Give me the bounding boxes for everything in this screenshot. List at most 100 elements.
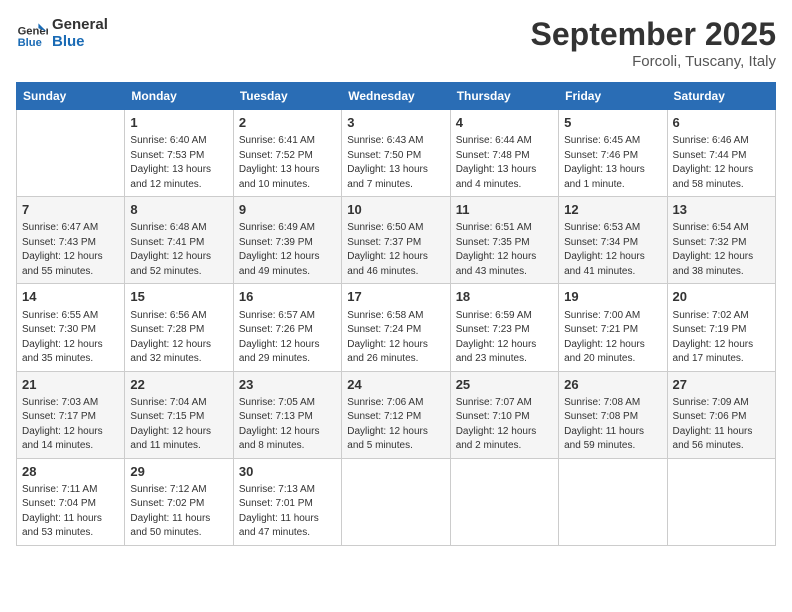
calendar-cell: 22 Sunrise: 7:04 AM Sunset: 7:15 PM Dayli… [125, 371, 233, 458]
day-info: Sunrise: 6:53 AM Sunset: 7:34 PM Dayligh… [564, 221, 661, 279]
day-number: 11 [456, 201, 553, 219]
header-monday: Monday [125, 83, 233, 110]
day-info: Sunrise: 6:57 AM Sunset: 7:26 PM Dayligh… [239, 309, 336, 367]
day-number: 27 [673, 376, 770, 394]
day-info: Sunrise: 7:08 AM Sunset: 7:08 PM Dayligh… [564, 396, 661, 454]
day-info: Sunrise: 7:13 AM Sunset: 7:01 PM Dayligh… [239, 483, 336, 541]
day-info: Sunrise: 7:09 AM Sunset: 7:06 PM Dayligh… [673, 396, 770, 454]
calendar-cell: 10 Sunrise: 6:50 AM Sunset: 7:37 PM Dayli… [342, 197, 450, 284]
day-info: Sunrise: 6:45 AM Sunset: 7:46 PM Dayligh… [564, 134, 661, 192]
day-info: Sunrise: 6:54 AM Sunset: 7:32 PM Dayligh… [673, 221, 770, 279]
day-number: 12 [564, 201, 661, 219]
day-number: 10 [347, 201, 444, 219]
calendar-cell: 1Sunrise: 6:40 AM Sunset: 7:53 PM Daylig… [125, 110, 233, 197]
calendar-cell: 15Sunrise: 6:56 AM Sunset: 7:28 PM Dayli… [125, 284, 233, 371]
day-info: Sunrise: 6:41 AM Sunset: 7:52 PM Dayligh… [239, 134, 336, 192]
day-number: 21 [22, 376, 119, 394]
calendar-cell [450, 458, 558, 545]
day-info: Sunrise: 6:44 AM Sunset: 7:48 PM Dayligh… [456, 134, 553, 192]
day-info: Sunrise: 6:43 AM Sunset: 7:50 PM Dayligh… [347, 134, 444, 192]
logo-icon: General Blue [16, 17, 48, 49]
day-number: 20 [673, 288, 770, 306]
calendar-cell: 14Sunrise: 6:55 AM Sunset: 7:30 PM Dayli… [17, 284, 125, 371]
day-number: 24 [347, 376, 444, 394]
logo: General Blue General Blue [16, 16, 108, 51]
calendar-cell: 3Sunrise: 6:43 AM Sunset: 7:50 PM Daylig… [342, 110, 450, 197]
calendar-cell: 7 Sunrise: 6:47 AM Sunset: 7:43 PM Daylig… [17, 197, 125, 284]
calendar-cell: 2 Sunrise: 6:41 AM Sunset: 7:52 PM Daylig… [233, 110, 341, 197]
day-info: Sunrise: 7:04 AM Sunset: 7:15 PM Dayligh… [130, 396, 227, 454]
day-info: Sunrise: 7:03 AM Sunset: 7:17 PM Dayligh… [22, 396, 119, 454]
day-info: Sunrise: 7:00 AM Sunset: 7:21 PM Dayligh… [564, 309, 661, 367]
calendar-cell: 11 Sunrise: 6:51 AM Sunset: 7:35 PM Dayli… [450, 197, 558, 284]
month-title: September 2025 [531, 16, 776, 53]
location: Forcoli, Tuscany, Italy [531, 53, 776, 70]
day-number: 29 [130, 463, 227, 481]
calendar-cell: 29 Sunrise: 7:12 AM Sunset: 7:02 PM Dayli… [125, 458, 233, 545]
day-number: 9 [239, 201, 336, 219]
day-info: Sunrise: 6:48 AM Sunset: 7:41 PM Dayligh… [130, 221, 227, 279]
calendar-cell: 27 Sunrise: 7:09 AM Sunset: 7:06 PM Dayli… [667, 371, 775, 458]
calendar-table: SundayMondayTuesdayWednesdayThursdayFrid… [16, 82, 776, 546]
day-info: Sunrise: 6:49 AM Sunset: 7:39 PM Dayligh… [239, 221, 336, 279]
calendar-cell: 19Sunrise: 7:00 AM Sunset: 7:21 PM Dayli… [559, 284, 667, 371]
day-info: Sunrise: 7:05 AM Sunset: 7:13 PM Dayligh… [239, 396, 336, 454]
day-info: Sunrise: 6:51 AM Sunset: 7:35 PM Dayligh… [456, 221, 553, 279]
title-block: September 2025 Forcoli, Tuscany, Italy [531, 16, 776, 70]
calendar-cell [17, 110, 125, 197]
day-number: 2 [239, 114, 336, 132]
day-number: 16 [239, 288, 336, 306]
day-info: Sunrise: 7:11 AM Sunset: 7:04 PM Dayligh… [22, 483, 119, 541]
day-number: 23 [239, 376, 336, 394]
calendar-cell: 5 Sunrise: 6:45 AM Sunset: 7:46 PM Daylig… [559, 110, 667, 197]
day-info: Sunrise: 6:56 AM Sunset: 7:28 PM Dayligh… [130, 309, 227, 367]
day-number: 26 [564, 376, 661, 394]
calendar-cell: 9 Sunrise: 6:49 AM Sunset: 7:39 PM Daylig… [233, 197, 341, 284]
calendar-cell: 12 Sunrise: 6:53 AM Sunset: 7:34 PM Dayli… [559, 197, 667, 284]
page-header: General Blue General Blue September 2025… [16, 16, 776, 70]
calendar-cell: 18Sunrise: 6:59 AM Sunset: 7:23 PM Dayli… [450, 284, 558, 371]
day-info: Sunrise: 6:55 AM Sunset: 7:30 PM Dayligh… [22, 309, 119, 367]
day-info: Sunrise: 6:40 AM Sunset: 7:53 PM Dayligh… [130, 134, 227, 192]
calendar-cell: 20 Sunrise: 7:02 AM Sunset: 7:19 PM Dayli… [667, 284, 775, 371]
calendar-cell [667, 458, 775, 545]
day-number: 7 [22, 201, 119, 219]
calendar-cell: 24 Sunrise: 7:06 AM Sunset: 7:12 PM Dayli… [342, 371, 450, 458]
calendar-header: SundayMondayTuesdayWednesdayThursdayFrid… [17, 83, 776, 110]
svg-text:Blue: Blue [18, 37, 42, 49]
day-number: 5 [564, 114, 661, 132]
day-info: Sunrise: 6:59 AM Sunset: 7:23 PM Dayligh… [456, 309, 553, 367]
day-info: Sunrise: 7:06 AM Sunset: 7:12 PM Dayligh… [347, 396, 444, 454]
calendar-cell: 25 Sunrise: 7:07 AM Sunset: 7:10 PM Dayli… [450, 371, 558, 458]
calendar-cell: 30Sunrise: 7:13 AM Sunset: 7:01 PM Dayli… [233, 458, 341, 545]
logo-general: General [52, 16, 108, 33]
day-info: Sunrise: 6:50 AM Sunset: 7:37 PM Dayligh… [347, 221, 444, 279]
day-info: Sunrise: 7:12 AM Sunset: 7:02 PM Dayligh… [130, 483, 227, 541]
day-info: Sunrise: 6:46 AM Sunset: 7:44 PM Dayligh… [673, 134, 770, 192]
header-sunday: Sunday [17, 83, 125, 110]
day-info: Sunrise: 7:02 AM Sunset: 7:19 PM Dayligh… [673, 309, 770, 367]
header-tuesday: Tuesday [233, 83, 341, 110]
day-number: 4 [456, 114, 553, 132]
day-number: 17 [347, 288, 444, 306]
header-saturday: Saturday [667, 83, 775, 110]
header-friday: Friday [559, 83, 667, 110]
calendar-cell: 6 Sunrise: 6:46 AM Sunset: 7:44 PM Daylig… [667, 110, 775, 197]
calendar-cell: 28 Sunrise: 7:11 AM Sunset: 7:04 PM Dayli… [17, 458, 125, 545]
day-number: 13 [673, 201, 770, 219]
day-number: 22 [130, 376, 227, 394]
day-number: 28 [22, 463, 119, 481]
logo-blue: Blue [52, 33, 108, 50]
calendar-cell: 17Sunrise: 6:58 AM Sunset: 7:24 PM Dayli… [342, 284, 450, 371]
day-info: Sunrise: 6:47 AM Sunset: 7:43 PM Dayligh… [22, 221, 119, 279]
day-info: Sunrise: 7:07 AM Sunset: 7:10 PM Dayligh… [456, 396, 553, 454]
day-number: 25 [456, 376, 553, 394]
day-number: 8 [130, 201, 227, 219]
header-wednesday: Wednesday [342, 83, 450, 110]
calendar-cell: 23 Sunrise: 7:05 AM Sunset: 7:13 PM Dayli… [233, 371, 341, 458]
day-number: 6 [673, 114, 770, 132]
calendar-cell: 26 Sunrise: 7:08 AM Sunset: 7:08 PM Dayli… [559, 371, 667, 458]
calendar-cell: 8 Sunrise: 6:48 AM Sunset: 7:41 PM Daylig… [125, 197, 233, 284]
header-thursday: Thursday [450, 83, 558, 110]
calendar-cell [559, 458, 667, 545]
